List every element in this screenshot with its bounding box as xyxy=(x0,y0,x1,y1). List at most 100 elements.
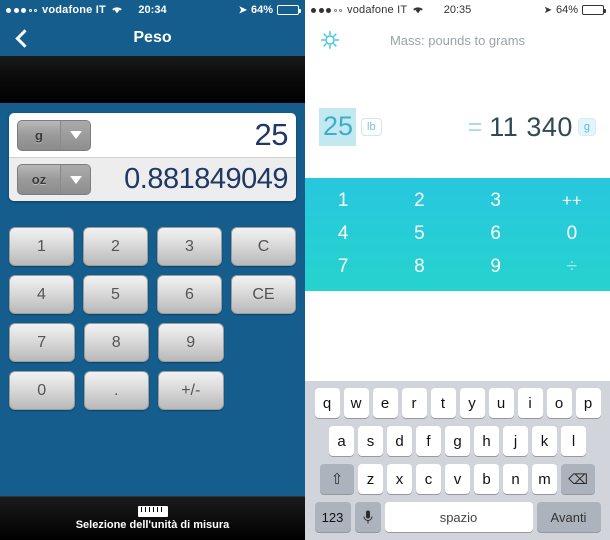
space-key[interactable]: spazio xyxy=(384,502,533,532)
key-d[interactable]: d xyxy=(387,426,412,456)
input-unit-badge[interactable]: lb xyxy=(361,118,382,136)
equals-sign: = xyxy=(467,112,483,141)
key-j[interactable]: j xyxy=(503,426,528,456)
battery-percent: 64% xyxy=(250,4,273,16)
key-decimal[interactable]: . xyxy=(83,371,149,410)
keypad-row: 0 . +/- xyxy=(9,371,296,410)
key-y[interactable]: y xyxy=(459,388,485,418)
left-status-bar: vodafone IT 20:34 ➤ 64% xyxy=(0,0,305,20)
key-l[interactable]: l xyxy=(561,426,586,456)
caret-down-icon xyxy=(60,165,90,194)
conversion-display-wrap: g 25 oz 0.881849049 xyxy=(0,103,305,201)
key-0[interactable]: 0 xyxy=(9,371,75,410)
key-1[interactable]: 1 xyxy=(9,227,74,266)
key-7[interactable]: 7 xyxy=(9,323,75,362)
caret-down-icon xyxy=(60,120,90,150)
numkey-divide[interactable]: ÷ xyxy=(534,250,610,283)
input-value[interactable]: 25 xyxy=(319,108,357,146)
key-s[interactable]: s xyxy=(358,426,383,456)
key-r[interactable]: r xyxy=(401,388,427,418)
key-v[interactable]: v xyxy=(445,464,470,494)
bottom-tab-bar[interactable]: Selezione dell'unità di misura xyxy=(0,496,305,540)
ad-banner xyxy=(0,56,305,103)
key-6[interactable]: 6 xyxy=(157,275,222,314)
numkey-7[interactable]: 7 xyxy=(305,250,381,283)
next-key[interactable]: Avanti xyxy=(536,502,601,532)
key-5[interactable]: 5 xyxy=(83,275,148,314)
key-8[interactable]: 8 xyxy=(83,323,149,362)
numpad-row: 1 2 3 ++ xyxy=(305,184,610,217)
to-unit-label: oz xyxy=(31,172,47,187)
key-t[interactable]: t xyxy=(430,388,456,418)
shift-arrow-icon[interactable]: ⇧ xyxy=(320,464,354,494)
key-4[interactable]: 4 xyxy=(9,275,74,314)
output-unit-badge[interactable]: g xyxy=(577,118,596,136)
numbers-mode-key[interactable]: 123 xyxy=(314,502,351,532)
numkey-3[interactable]: 3 xyxy=(458,184,534,217)
key-m[interactable]: m xyxy=(532,464,557,494)
numkey-9[interactable]: 9 xyxy=(458,250,534,283)
key-x[interactable]: x xyxy=(387,464,412,494)
right-numeric-keypad: 1 2 3 ++ 4 5 6 0 7 8 9 ÷ xyxy=(305,178,610,291)
result-area: 25 lb = 11 340 g xyxy=(305,60,610,178)
numkey-6[interactable]: 6 xyxy=(458,217,534,250)
key-n[interactable]: n xyxy=(503,464,528,494)
key-o[interactable]: o xyxy=(546,388,572,418)
key-g[interactable]: g xyxy=(445,426,470,456)
key-a[interactable]: a xyxy=(329,426,354,456)
key-p[interactable]: p xyxy=(575,388,601,418)
key-3[interactable]: 3 xyxy=(157,227,222,266)
key-2[interactable]: 2 xyxy=(83,227,148,266)
battery-percent: 64% xyxy=(555,4,578,16)
conversion-display: g 25 oz 0.881849049 xyxy=(9,113,296,201)
location-arrow-icon: ➤ xyxy=(543,4,552,16)
key-f[interactable]: f xyxy=(416,426,441,456)
key-i[interactable]: i xyxy=(517,388,543,418)
keyboard-row-2: a s d f g h j k l xyxy=(308,426,607,456)
from-unit-label: g xyxy=(35,127,43,143)
right-app-screen: vodafone IT 20:35 ➤ 64% Mass: pounds to … xyxy=(305,0,610,540)
key-e[interactable]: e xyxy=(372,388,398,418)
tab-label-unit-selection: Selezione dell'unità di misura xyxy=(75,519,230,531)
numkey-1[interactable]: 1 xyxy=(305,184,381,217)
numkey-8[interactable]: 8 xyxy=(381,250,457,283)
to-unit-selector[interactable]: oz xyxy=(17,164,91,195)
microphone-icon[interactable] xyxy=(354,502,381,532)
keypad-row: 1 2 3 C xyxy=(9,227,296,266)
battery-icon xyxy=(582,5,606,15)
numkey-4[interactable]: 4 xyxy=(305,217,381,250)
key-sign-toggle[interactable]: +/- xyxy=(158,371,224,410)
key-c[interactable]: c xyxy=(416,464,441,494)
key-h[interactable]: h xyxy=(474,426,499,456)
dual-screenshot-comparison: vodafone IT 20:34 ➤ 64% Peso g 25 oz 0.8… xyxy=(0,0,610,540)
left-status-right: ➤ 64% xyxy=(238,4,301,16)
key-spacer xyxy=(233,323,297,362)
page-title: Peso xyxy=(133,29,172,46)
from-value[interactable]: 25 xyxy=(91,117,288,153)
key-z[interactable]: z xyxy=(358,464,383,494)
location-arrow-icon: ➤ xyxy=(238,4,247,16)
key-q[interactable]: q xyxy=(314,388,340,418)
result-row: 25 lb = 11 340 g xyxy=(305,108,610,146)
left-keypad: 1 2 3 C 4 5 6 CE 7 8 9 0 . +/- xyxy=(0,201,305,410)
conversion-title: Mass: pounds to grams xyxy=(389,32,526,48)
numkey-2[interactable]: 2 xyxy=(381,184,457,217)
key-u[interactable]: u xyxy=(488,388,514,418)
numkey-plus-plus[interactable]: ++ xyxy=(534,184,610,217)
key-k[interactable]: k xyxy=(532,426,557,456)
right-status-bar: vodafone IT 20:35 ➤ 64% xyxy=(305,0,610,20)
to-value: 0.881849049 xyxy=(124,163,288,195)
key-b[interactable]: b xyxy=(474,464,499,494)
key-w[interactable]: w xyxy=(343,388,369,418)
numkey-0[interactable]: 0 xyxy=(534,217,610,250)
key-9[interactable]: 9 xyxy=(158,323,224,362)
virtual-keyboard: q w e r t y u i o p a s d f g h j k l ⇧ … xyxy=(305,381,610,540)
backspace-icon[interactable]: ⌫ xyxy=(561,464,595,494)
to-unit-row: oz 0.881849049 xyxy=(9,157,296,201)
numkey-5[interactable]: 5 xyxy=(381,217,457,250)
key-clear[interactable]: C xyxy=(231,227,296,266)
right-status-right: ➤ 64% xyxy=(543,4,606,16)
left-navigation-bar: Peso xyxy=(0,20,305,56)
from-unit-selector[interactable]: g xyxy=(17,119,91,151)
key-clear-entry[interactable]: CE xyxy=(231,275,296,314)
